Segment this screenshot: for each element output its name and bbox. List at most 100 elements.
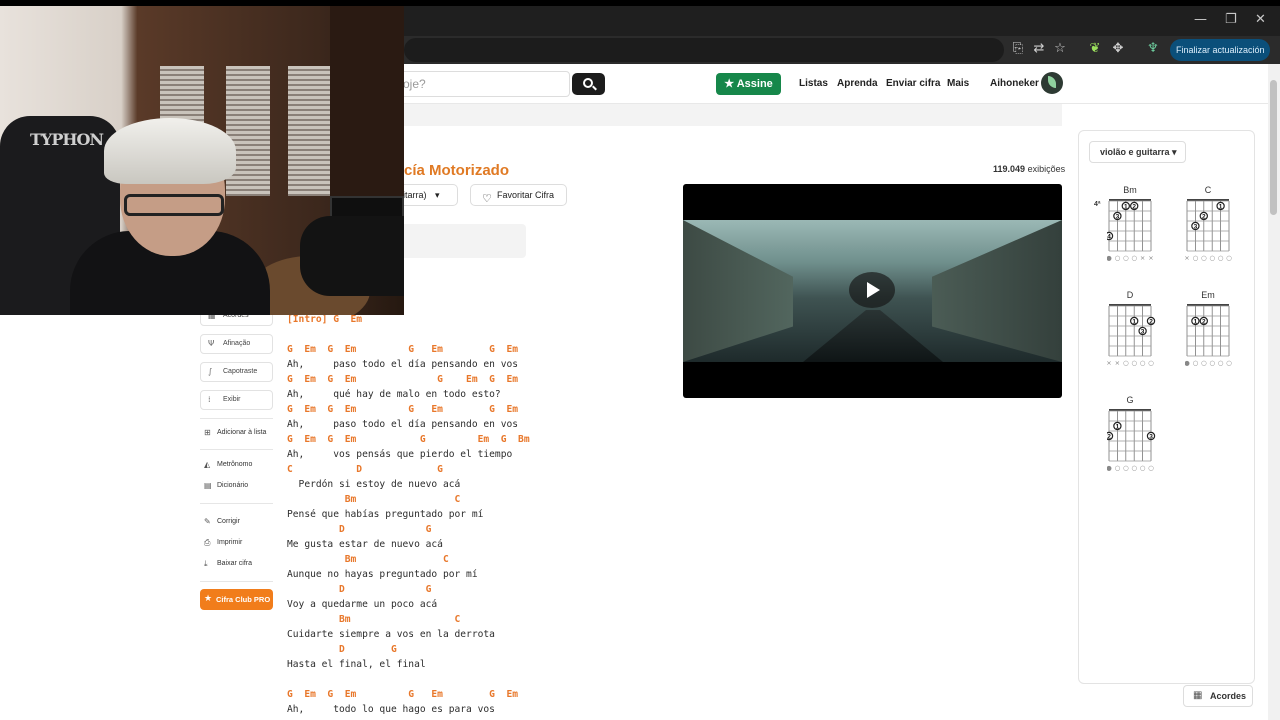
finger-number: 3 bbox=[1194, 223, 1198, 230]
bookmark-star-icon[interactable]: ☆ bbox=[1052, 41, 1068, 57]
update-button[interactable]: Finalizar actualización ⋮ bbox=[1170, 39, 1270, 77]
finger-number: 3 bbox=[1149, 433, 1153, 440]
search-button[interactable] bbox=[572, 73, 605, 95]
extension-leaf-icon[interactable]: ❦ bbox=[1087, 41, 1103, 57]
add-to-list-link[interactable]: ⊞ Adicionar à lista bbox=[204, 428, 266, 437]
open-string-marker: ○ bbox=[1209, 359, 1215, 367]
chord-diagram[interactable]: D 1 2 3 × × ○ ○ ○ ○ bbox=[1107, 290, 1167, 382]
dictionary-link[interactable]: ▤ Dicionário bbox=[204, 481, 249, 490]
book-icon: ▤ bbox=[204, 481, 212, 490]
printer-icon: ⎙ bbox=[204, 538, 211, 547]
finger-number: 3 bbox=[1116, 213, 1120, 220]
chord-diagram[interactable]: C 1 2 3 × ○ ○ ○ ○ ○ bbox=[1185, 185, 1245, 277]
divider bbox=[200, 581, 273, 582]
open-string-marker: ○ bbox=[1226, 254, 1232, 262]
chord-line[interactable]: Bm C bbox=[287, 492, 677, 507]
download-link[interactable]: ⤓ Baixar cifra bbox=[204, 559, 253, 568]
translate-icon[interactable]: ⇄ bbox=[1031, 41, 1047, 57]
chord-line[interactable]: D G bbox=[287, 642, 677, 657]
muted-string-marker: × bbox=[1185, 254, 1190, 262]
video-left-buildings bbox=[683, 220, 793, 362]
video-player[interactable] bbox=[683, 184, 1062, 398]
person-arm bbox=[300, 216, 404, 296]
display-icon: ⁞ bbox=[208, 395, 211, 404]
chord-diagram[interactable]: Em 1 2 ● ○ ○ ○ ○ ○ bbox=[1185, 290, 1245, 382]
nav-listas[interactable]: Listas bbox=[799, 78, 828, 89]
dictionary-label: Dicionário bbox=[217, 482, 249, 489]
finger-number: 1 bbox=[1219, 203, 1223, 210]
correct-link[interactable]: ✎ Corrigir bbox=[204, 517, 240, 526]
muted-string-marker: × bbox=[1140, 254, 1145, 262]
chord-line[interactable]: D G bbox=[287, 582, 677, 597]
play-icon[interactable] bbox=[849, 272, 895, 308]
tool-exibir[interactable]: ⁞ Exibir bbox=[200, 390, 273, 410]
open-string-marker: ○ bbox=[1193, 359, 1199, 367]
chord-line[interactable]: G Em G Em G Em G Em bbox=[287, 687, 677, 702]
nav-aprenda[interactable]: Aprenda bbox=[837, 78, 878, 89]
extensions-puzzle-icon[interactable]: ✥ bbox=[1110, 41, 1126, 57]
open-string-marker: ○ bbox=[1201, 254, 1207, 262]
chord-name: G bbox=[1126, 395, 1134, 405]
chord-line[interactable]: Bm C bbox=[287, 552, 677, 567]
muted-string-marker: × bbox=[1148, 254, 1153, 262]
address-bar[interactable] bbox=[404, 38, 1004, 62]
lyric-line: Ah, qué hay de malo en todo esto? bbox=[287, 389, 501, 400]
chord-grid: 1 23× × ○ ○ ○ ○ bbox=[1107, 304, 1156, 367]
print-link[interactable]: ⎙ Imprimir bbox=[204, 538, 242, 547]
views-label: exibições bbox=[1027, 164, 1066, 174]
instrument-select[interactable]: violão e guitarra ▾ bbox=[1089, 141, 1186, 163]
fret-label: 4ª bbox=[1094, 201, 1101, 208]
chord-line[interactable]: D G bbox=[287, 522, 677, 537]
chord-line[interactable]: C D G bbox=[287, 462, 677, 477]
profile-icon[interactable]: ♆ bbox=[1145, 41, 1161, 57]
restore-icon[interactable]: ❐ bbox=[1225, 12, 1237, 27]
open-string-marker: ○ bbox=[1201, 359, 1207, 367]
assine-label: Assine bbox=[736, 78, 773, 90]
open-string-marker: ○ bbox=[1148, 464, 1154, 472]
metronome-link[interactable]: ◭ Metrônomo bbox=[204, 460, 252, 469]
install-app-icon[interactable]: ⎘ bbox=[1010, 41, 1026, 57]
chair-logo: TYPHON bbox=[30, 130, 104, 149]
acordes-button[interactable]: ▦ Acordes bbox=[1183, 685, 1253, 707]
lyric-line: Voy a quedarme un poco acá bbox=[287, 599, 438, 610]
favorite-button[interactable]: ♡ Favoritar Cifra bbox=[470, 184, 567, 206]
chord-name: Bm bbox=[1123, 185, 1137, 195]
download-label: Baixar cifra bbox=[217, 560, 253, 567]
tool-exibir-label: Exibir bbox=[223, 396, 241, 403]
nav-mais[interactable]: Mais bbox=[947, 78, 969, 89]
cifra-club-pro-button[interactable]: ★ Cifra Club PRO bbox=[200, 589, 273, 610]
assine-button[interactable]: ★ Assine bbox=[716, 73, 781, 95]
search-input[interactable]: oje? bbox=[380, 71, 570, 97]
chord-line[interactable]: G Em G Em G Em G Em bbox=[287, 342, 677, 357]
video-road bbox=[803, 310, 943, 362]
nav-enviar-cifra[interactable]: Enviar cifra bbox=[886, 78, 940, 89]
webcam-overlay: TYPHON bbox=[0, 6, 404, 315]
open-string-marker: ○ bbox=[1123, 464, 1129, 472]
grid-icon: ▦ bbox=[1193, 690, 1203, 701]
tool-afinacao[interactable]: Ψ Afinação bbox=[200, 334, 273, 354]
chord-line[interactable]: Bm C bbox=[287, 612, 677, 627]
open-string-marker: ○ bbox=[1131, 359, 1137, 367]
scroll-thumb[interactable] bbox=[1270, 80, 1277, 215]
ad-strip bbox=[404, 104, 1062, 126]
lyric-line: Ah, paso todo el día pensando en vos bbox=[287, 359, 519, 370]
muted-string-marker: × bbox=[1107, 359, 1112, 367]
chord-line[interactable]: G Em G Em G Em G Em bbox=[287, 402, 677, 417]
chord-diagram[interactable]: G 1 2 3 ● ○ ○ ○ ○ ○ bbox=[1107, 395, 1167, 487]
chord-line[interactable]: G Em G Em G Em G Bm bbox=[287, 432, 677, 447]
metronome-icon: ◭ bbox=[204, 460, 211, 469]
finger-number: 2 bbox=[1202, 318, 1206, 325]
song-title[interactable]: cía Motorizado bbox=[404, 162, 509, 179]
chord-line[interactable]: G Em G Em G Em G Em bbox=[287, 372, 677, 387]
close-icon[interactable]: ✕ bbox=[1255, 12, 1266, 27]
chord-diagram[interactable]: Bm 4ª 1 2 3 4 ● ○ ○ ○ × × bbox=[1094, 185, 1167, 277]
chord-panel: violão e guitarra ▾ Bm 4ª 1 2 3 4 ● ○ ○ ○ × × C 1 2 3 × ○… bbox=[1078, 130, 1255, 684]
search-icon bbox=[583, 78, 593, 88]
tool-capotraste[interactable]: ∫ Capotraste bbox=[200, 362, 273, 382]
avatar[interactable] bbox=[1041, 72, 1063, 94]
caret-down-icon: ▾ bbox=[435, 190, 440, 200]
minimize-icon[interactable]: — bbox=[1194, 12, 1207, 27]
username[interactable]: Aihoneker bbox=[990, 78, 1039, 89]
divider bbox=[200, 503, 273, 504]
open-string-marker: ○ bbox=[1123, 254, 1129, 262]
